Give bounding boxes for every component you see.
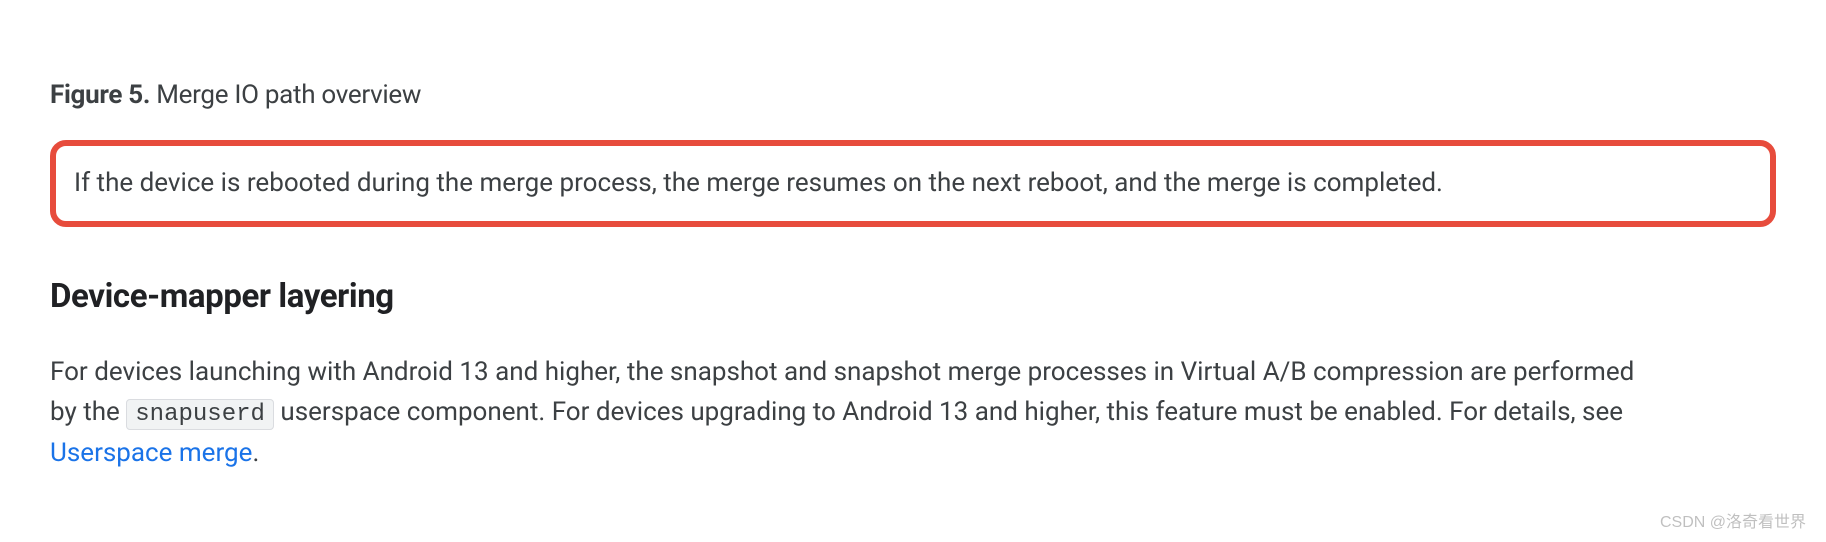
section-heading: Device-mapper layering: [50, 277, 1776, 316]
body-paragraph: For devices launching with Android 13 an…: [50, 352, 1650, 474]
userspace-merge-link[interactable]: Userspace merge: [50, 438, 252, 468]
figure-label: Figure 5.: [50, 80, 150, 110]
watermark: CSDN @洛奇看世界: [1660, 508, 1806, 532]
highlighted-note-box: If the device is rebooted during the mer…: [50, 140, 1776, 227]
inline-code-snapuserd: snapuserd: [126, 399, 274, 430]
highlighted-note-text: If the device is rebooted during the mer…: [74, 168, 1443, 198]
figure-caption-text: Merge IO path overview: [150, 80, 421, 110]
figure-caption: Figure 5. Merge IO path overview: [50, 80, 1776, 110]
paragraph-text-3: .: [252, 438, 259, 468]
paragraph-text-2: userspace component. For devices upgradi…: [274, 397, 1623, 427]
